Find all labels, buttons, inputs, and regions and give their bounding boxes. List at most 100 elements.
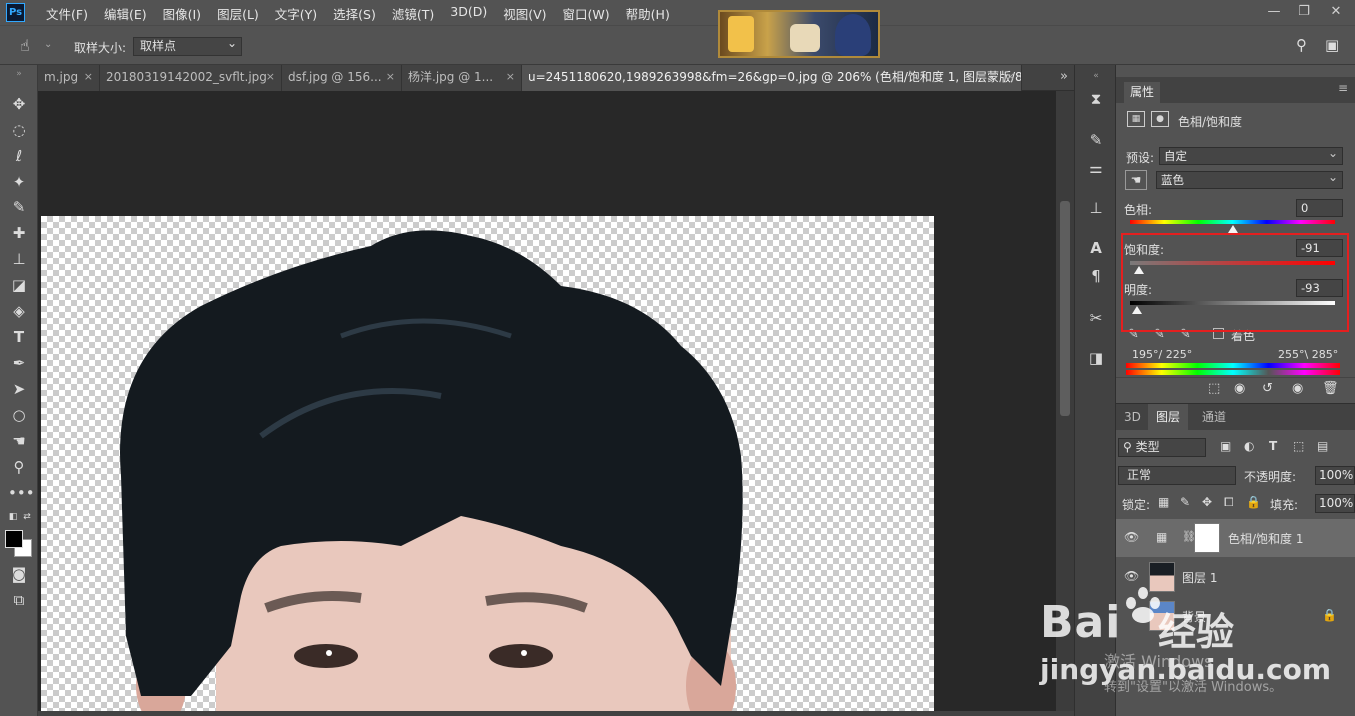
- healing-brush-tool-icon[interactable]: ✚: [8, 222, 30, 244]
- lock-all-icon[interactable]: 🔒: [1246, 495, 1261, 509]
- character-panel-icon[interactable]: A: [1085, 237, 1107, 259]
- brush-settings-icon[interactable]: ⚌: [1085, 157, 1107, 179]
- eyedropper-tool-icon[interactable]: ✎: [8, 196, 30, 218]
- menu-select[interactable]: 选择(S): [333, 4, 376, 23]
- close-tab-icon[interactable]: ×: [84, 65, 93, 89]
- clip-to-layer-icon[interactable]: ⬚: [1208, 381, 1220, 396]
- blend-mode-select[interactable]: 正常: [1118, 466, 1236, 485]
- hue-input[interactable]: 0: [1296, 199, 1343, 217]
- lock-transparent-icon[interactable]: ▦: [1158, 495, 1169, 509]
- layer-row[interactable]: 背景 🔒: [1116, 597, 1355, 635]
- close-tab-icon[interactable]: ×: [1006, 65, 1015, 89]
- close-tab-icon[interactable]: ×: [266, 65, 275, 89]
- filter-shape-icon[interactable]: ⬚: [1293, 439, 1304, 453]
- move-tool-icon[interactable]: ✥: [8, 93, 30, 115]
- tab-document-active[interactable]: u=2451180620,1989263998&fm=26&gp=0.jpg @…: [522, 65, 1022, 91]
- brush-panel-icon[interactable]: ✎: [1085, 129, 1107, 151]
- properties-title[interactable]: 属性: [1124, 82, 1161, 103]
- layer-thumbnail[interactable]: [1149, 601, 1175, 631]
- canvas-area[interactable]: [38, 91, 1056, 711]
- menu-window[interactable]: 窗口(W): [563, 4, 610, 23]
- minimize-button[interactable]: —: [1260, 3, 1288, 21]
- close-tab-icon[interactable]: ×: [506, 65, 515, 89]
- photoshop-logo-icon[interactable]: Ps: [6, 3, 25, 22]
- visibility-eye-icon[interactable]: 👁: [1124, 530, 1139, 544]
- magic-wand-tool-icon[interactable]: ✦: [8, 171, 30, 193]
- tools-panel-icon[interactable]: ✂: [1085, 307, 1107, 329]
- tab-document[interactable]: 杨洋.jpg @ 1... ×: [402, 65, 522, 91]
- hue-slider[interactable]: [1130, 220, 1335, 224]
- tab-document[interactable]: 20180319142002_svflt.jpg ×: [100, 65, 282, 91]
- search-icon[interactable]: ⚲: [1296, 36, 1307, 54]
- eraser-tool-icon[interactable]: ◪: [8, 274, 30, 296]
- menu-type[interactable]: 文字(Y): [275, 4, 317, 23]
- lock-artboard-icon[interactable]: ⧠: [1224, 495, 1234, 510]
- info-panel-icon[interactable]: ◨: [1085, 347, 1107, 369]
- close-tab-icon[interactable]: ×: [386, 65, 395, 89]
- workspace-icon[interactable]: ▣: [1325, 36, 1339, 54]
- menu-view[interactable]: 视图(V): [503, 4, 546, 23]
- hand-tool-icon[interactable]: ☚: [8, 430, 30, 452]
- tab-document[interactable]: m.jpg ×: [38, 65, 100, 91]
- menu-layer[interactable]: 图层(L): [217, 4, 259, 23]
- layer-row[interactable]: 👁 图层 1: [1116, 558, 1355, 596]
- lock-position-icon[interactable]: ✥: [1202, 495, 1212, 509]
- tab-channels[interactable]: 通道: [1194, 404, 1234, 430]
- lasso-tool-icon[interactable]: ℓ: [8, 145, 30, 167]
- delete-icon[interactable]: 🗑: [1322, 381, 1339, 396]
- menu-image[interactable]: 图像(I): [163, 4, 201, 23]
- document-canvas[interactable]: [41, 216, 934, 711]
- visibility-eye-icon[interactable]: 👁: [1124, 569, 1139, 583]
- type-tool-icon[interactable]: T: [8, 326, 30, 348]
- opacity-input[interactable]: 100%: [1315, 466, 1355, 485]
- sample-size-select[interactable]: 取样点: [133, 35, 242, 56]
- path-selection-tool-icon[interactable]: ➤: [8, 378, 30, 400]
- pen-tool-icon[interactable]: ✒: [8, 352, 30, 374]
- menu-file[interactable]: 文件(F): [46, 4, 88, 23]
- ellipse-tool-icon[interactable]: ○: [8, 404, 30, 426]
- history-panel-icon[interactable]: ⧗: [1085, 88, 1107, 110]
- close-button[interactable]: ✕: [1322, 3, 1350, 21]
- filter-type-icon[interactable]: T: [1269, 439, 1277, 453]
- lock-image-icon[interactable]: ✎: [1180, 495, 1190, 509]
- panel-menu-icon[interactable]: ≡: [1338, 81, 1348, 95]
- layer-row[interactable]: 👁 ▦ ⛓ 色相/饱和度 1: [1116, 519, 1355, 557]
- preset-select[interactable]: 自定: [1159, 145, 1343, 165]
- channel-select[interactable]: 蓝色: [1156, 169, 1343, 189]
- paint-bucket-tool-icon[interactable]: ◈: [8, 300, 30, 322]
- layer-mask-thumbnail[interactable]: [1194, 523, 1220, 553]
- adjustment-icon[interactable]: ▦: [1127, 111, 1145, 127]
- scrollbar-thumb[interactable]: [1060, 201, 1070, 416]
- stamp-tool-icon[interactable]: ⊥: [8, 248, 30, 270]
- paragraph-panel-icon[interactable]: ¶: [1085, 265, 1107, 287]
- visibility-icon[interactable]: ◉: [1292, 381, 1303, 396]
- tab-3d[interactable]: 3D: [1116, 404, 1149, 430]
- view-previous-icon[interactable]: ◉: [1234, 381, 1245, 396]
- hue-slider-knob[interactable]: [1227, 225, 1238, 233]
- filter-smart-object-icon[interactable]: ▤: [1317, 439, 1328, 453]
- tab-layers[interactable]: 图层: [1148, 404, 1189, 430]
- menu-filter[interactable]: 滤镜(T): [392, 4, 434, 23]
- hand-tool-icon[interactable]: ☝: [20, 36, 30, 55]
- quick-mask-icon[interactable]: ◙: [8, 563, 30, 585]
- mask-icon[interactable]: ●: [1151, 111, 1169, 127]
- collapse-icon[interactable]: »: [8, 63, 30, 85]
- layer-thumbnail[interactable]: [1149, 562, 1175, 592]
- marquee-tool-icon[interactable]: ◌: [8, 119, 30, 141]
- canvas-vertical-scrollbar[interactable]: [1056, 91, 1074, 711]
- more-tools-icon[interactable]: •••: [8, 482, 35, 504]
- menu-edit[interactable]: 编辑(E): [104, 4, 147, 23]
- zoom-tool-icon[interactable]: ⚲: [8, 456, 30, 478]
- layer-filter-select[interactable]: ⚲ 类型: [1118, 438, 1206, 457]
- tab-overflow-icon[interactable]: »: [1060, 69, 1068, 84]
- reset-icon[interactable]: ↺: [1262, 381, 1273, 396]
- tab-document[interactable]: dsf.jpg @ 156... ×: [282, 65, 402, 91]
- clone-source-icon[interactable]: ⊥: [1085, 197, 1107, 219]
- filter-adjustment-icon[interactable]: ◐: [1244, 439, 1254, 453]
- menu-help[interactable]: 帮助(H): [626, 4, 670, 23]
- target-adjust-hand-icon[interactable]: ☚: [1125, 170, 1147, 190]
- fill-input[interactable]: 100%: [1315, 494, 1355, 513]
- foreground-color-swatch[interactable]: [5, 530, 23, 548]
- swap-colors-icon[interactable]: ⇄: [16, 506, 38, 528]
- tool-preset-chevron-icon[interactable]: ⌄: [44, 39, 52, 50]
